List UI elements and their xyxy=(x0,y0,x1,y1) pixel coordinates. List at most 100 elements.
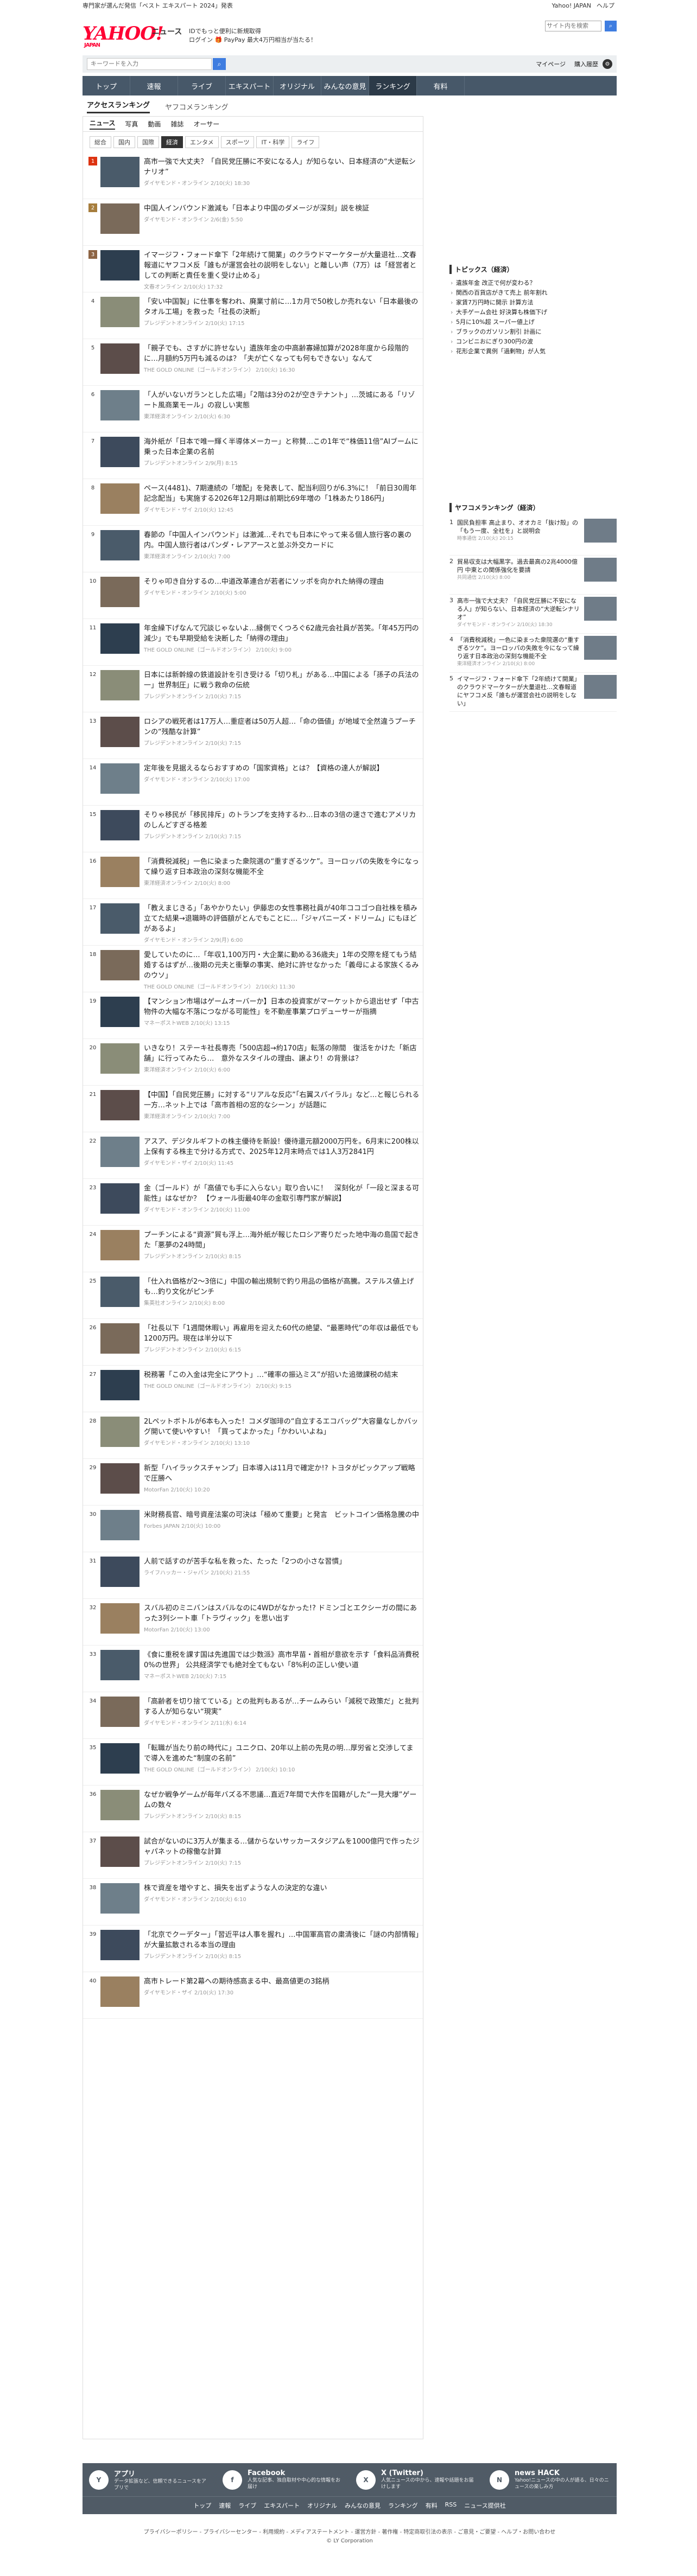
article-thumbnail[interactable] xyxy=(100,1323,140,1354)
article-title-link[interactable]: 米財務長官、暗号資産法案の可決は「極めて重要」と発言 ビットコイン価格急騰の中 xyxy=(144,1510,420,1520)
list-item[interactable]: 5 イマージフ・フォード傘下「2年続けて開業」のクラウドマーケターが大量退社…文春… xyxy=(449,673,617,712)
yahoo-logo[interactable]: YAHOO! JAPAN xyxy=(83,23,164,48)
article-title-link[interactable]: 人前で話すのが苦手な私を救った、たった「2つの小さな習慣」 xyxy=(144,1557,420,1567)
tab-photos[interactable]: 写真 xyxy=(125,119,138,129)
article-thumbnail[interactable] xyxy=(100,1650,140,1680)
article-title-link[interactable]: 中国人インバウンド激減も「日本より中国のダメージが深刻」説を検証 xyxy=(144,203,420,214)
nav-original[interactable]: オリジナル xyxy=(274,76,321,95)
article-thumbnail[interactable] xyxy=(100,810,140,840)
article-title-link[interactable]: イマージフ・フォード傘下「2年続けて開業」のクラウドマーケターが大量退社…文春報… xyxy=(144,250,420,281)
cat-sports[interactable]: スポーツ xyxy=(220,136,255,148)
tab-access-ranking[interactable]: アクセスランキング xyxy=(87,99,150,113)
footer-link[interactable]: ライブ xyxy=(238,2501,256,2510)
id-signup-text[interactable]: IDでもっと便利に新規取得 xyxy=(189,27,316,36)
table-row[interactable]: 29 新型「ハイラックスチャンプ」日本導入は11月で確定か!? トヨタがピックアッ… xyxy=(83,1459,423,1506)
article-title-link[interactable]: 「消費税減税」一色に染まった衆院選の“重すぎるツケ”。ヨーロッパの失敗を今になっ… xyxy=(144,857,420,877)
legal-links[interactable]: プライバシーポリシー - プライバシーセンター - 利用規約 - メディアステー… xyxy=(83,2528,617,2537)
table-row[interactable]: 19 【マンション市場はゲームオーバーか】日本の投資家がマーケットから退出せず「中… xyxy=(83,992,423,1039)
table-row[interactable]: 28 2Lペットボトルが6本も入った！コメダ珈琲の“自立するエコバッグ”大容量なし… xyxy=(83,1412,423,1459)
purchase-history-link[interactable]: 購入履歴 xyxy=(574,60,598,68)
nav-opinion[interactable]: みんなの意見 xyxy=(321,76,369,95)
article-title-link[interactable]: 株で資産を増やすと、損失を出ずような人の決定的な違い xyxy=(144,1883,420,1893)
article-title-link[interactable]: なぜか戦争ゲームが毎年バズる不思議…直近7年間で大作を国籍がした“一見大爆”ゲー… xyxy=(144,1790,420,1810)
table-row[interactable]: 38 株で資産を増やすと、損失を出ずような人の決定的な違い ダイヤモンド・オンライン… xyxy=(83,1879,423,1925)
article-thumbnail[interactable] xyxy=(100,203,140,234)
keyword-search-input[interactable] xyxy=(87,58,212,70)
article-title-link[interactable]: 高市トレード第2幕への期待感高まる中、最高値更の3銘柄 xyxy=(144,1976,420,1987)
table-row[interactable]: 31 人前で話すのが苦手な私を救った、たった「2つの小さな習慣」 ライフハッカー・ジ… xyxy=(83,1552,423,1599)
nav-breaking[interactable]: 速報 xyxy=(130,76,178,95)
nav-top[interactable]: トップ xyxy=(83,76,130,95)
table-row[interactable]: 35 「転職が当たり前の時代に」ユニクロ、20年以上前の先見の明…厚労省と交渉して… xyxy=(83,1739,423,1786)
article-thumbnail[interactable] xyxy=(584,558,617,582)
article-thumbnail[interactable] xyxy=(100,1883,140,1914)
article-thumbnail[interactable] xyxy=(100,1183,140,1214)
article-title-link[interactable]: 「消費税減税」一色に染まった衆院選の“重すぎるツケ”。ヨーロッパの失敗を今になっ… xyxy=(457,636,581,660)
article-title-link[interactable]: 日本には新幹線の鉄道設計を引き受ける「切り札」がある…中国による「孫子の兵法の一… xyxy=(144,670,420,691)
article-thumbnail[interactable] xyxy=(100,1043,140,1074)
footer-link[interactable]: みんなの意見 xyxy=(345,2501,381,2510)
table-row[interactable]: 24 プーチンによる“資源”貿も浮上…海外紙が報じたロシア寄りだった地中海の島国で… xyxy=(83,1226,423,1272)
article-thumbnail[interactable] xyxy=(100,717,140,747)
article-title-link[interactable]: 「仕入れ価格が2～3倍に」中国の輸出規制で釣り用品の価格が高騰。ステルス値上げも… xyxy=(144,1277,420,1297)
list-item[interactable]: 4 「消費税減税」一色に染まった衆院選の“重すぎるツケ”。ヨーロッパの失敗を今にな… xyxy=(449,634,617,673)
article-title-link[interactable]: 【中国】「自民党圧勝」に対する“リアルな反応”「右翼スパイラル」など…と報じられ… xyxy=(144,1090,420,1111)
help-link[interactable]: ヘルプ xyxy=(597,1,614,10)
table-row[interactable]: 9 春節の「中国人インバウンド」は激減…それでも日本にやって来る個人旅行客の裏の内… xyxy=(83,526,423,572)
table-row[interactable]: 27 税務署「この入金は完全にアウト」…“確率の振込ミス”が招いた追徴課税の結末 T… xyxy=(83,1366,423,1412)
article-title-link[interactable]: 新型「ハイラックスチャンプ」日本導入は11月で確定か!? トヨタがピックアップ戦… xyxy=(144,1463,420,1484)
footer-link[interactable]: トップ xyxy=(193,2501,211,2510)
article-thumbnail[interactable] xyxy=(100,250,140,280)
cat-economy[interactable]: 経済 xyxy=(161,136,183,148)
yahoo-japan-link[interactable]: Yahoo! JAPAN xyxy=(552,2,591,9)
mypage-link[interactable]: マイページ xyxy=(536,60,566,68)
article-thumbnail[interactable] xyxy=(584,675,617,699)
settings-gear-icon[interactable]: ⚙ xyxy=(603,59,612,69)
table-row[interactable]: 11 年金繰下げなんて冗談じゃないよ…縁側でくつろぐ62歳元会社員が苦笑。「年45… xyxy=(83,619,423,666)
table-row[interactable]: 4 「安い中国製」に仕事を奪われ、廃業寸前に…1カ月で50枚しか売れない「日本最後… xyxy=(83,292,423,339)
search-button-icon[interactable]: ⌕ xyxy=(213,58,226,70)
table-row[interactable]: 39 「北京でクーデター」「習近平は人事を握れ」…中国軍高官の粛清後に「謎の内部情… xyxy=(83,1925,423,1972)
table-row[interactable]: 3 イマージフ・フォード傘下「2年続けて開業」のクラウドマーケターが大量退社…文春… xyxy=(83,246,423,292)
article-thumbnail[interactable] xyxy=(100,1837,140,1867)
article-thumbnail[interactable] xyxy=(100,577,140,607)
table-row[interactable]: 1 高市一強で大丈夫？「自民党圧勝に不安になる人」が知らない、日本経済の“大逆転シ… xyxy=(83,152,423,199)
article-thumbnail[interactable] xyxy=(100,483,140,514)
tab-magazines[interactable]: 雑誌 xyxy=(170,119,183,129)
article-title-link[interactable]: 「親子でも、さすがに許せない」遺族年金の中高齢寡婦加算が2028年度から段階的に… xyxy=(144,343,420,364)
footer-link[interactable]: 有料 xyxy=(426,2501,438,2510)
article-title-link[interactable]: 《食に重税を課す国は先進国では少数派》高市早苗・首相が意欲を示す「食料品消費税0… xyxy=(144,1650,420,1670)
article-title-link[interactable]: 「高齢者を切り捨てている」との批判もあるが…チームみらい「減税で政策だ」と批判す… xyxy=(144,1697,420,1717)
list-item[interactable]: 3 高市一強で大丈夫？「自民党圧勝に不安になる人」が知らない、日本経済の“大逆転シ… xyxy=(449,595,617,634)
article-thumbnail[interactable] xyxy=(100,1230,140,1260)
nav-ranking[interactable]: ランキング xyxy=(369,76,417,95)
table-row[interactable]: 32 スバル初のミニバンはスバルなのに4WDがなかった!? ドミンゴとエクシーガの… xyxy=(83,1599,423,1646)
article-thumbnail[interactable] xyxy=(100,1417,140,1447)
news-logo-text[interactable]: ニュース xyxy=(152,26,182,37)
article-thumbnail[interactable] xyxy=(100,1557,140,1587)
table-row[interactable]: 37 試合がないのに3万人が集まる…儲からないサッカースタジアムを1000億円で作… xyxy=(83,1832,423,1879)
article-title-link[interactable]: 税務署「この入金は完全にアウト」…“確率の振込ミス”が招いた追徴課税の結末 xyxy=(144,1370,420,1380)
article-thumbnail[interactable] xyxy=(100,763,140,794)
table-row[interactable]: 17 「教えまじきる」「あやかりたい」伊藤忠の女性事務社員が40年ココゴつ自社株を… xyxy=(83,899,423,946)
login-promo-text[interactable]: ログイン 🎁 PayPay 最大4万円相当が当たる！ xyxy=(189,36,316,44)
article-title-link[interactable]: スバル初のミニバンはスバルなのに4WDがなかった!? ドミンゴとエクシーガの間に… xyxy=(144,1603,420,1624)
article-title-link[interactable]: 「安い中国製」に仕事を奪われ、廃業寸前に…1カ月で50枚しか売れない「日本最後の… xyxy=(144,297,420,317)
article-title-link[interactable]: 年金繰下げなんて冗談じゃないよ…縁側でくつろぐ62歳元会社員が苦笑。「年45万円… xyxy=(144,623,420,644)
article-thumbnail[interactable] xyxy=(100,1463,140,1494)
article-thumbnail[interactable] xyxy=(100,1510,140,1540)
promo-link[interactable]: 専門家が選んだ発信「ベスト エキスパート 2024」発表 xyxy=(83,1,233,10)
article-thumbnail[interactable] xyxy=(100,623,140,654)
table-row[interactable]: 7 海外紙が「日本で唯一輝く半導体メーカー」と称賛…この1年で“株価11倍”AIブ… xyxy=(83,432,423,479)
footer-link[interactable]: RSS xyxy=(445,2501,457,2510)
list-item[interactable]: 1 国民負担率 高止まり、オオカミ「抜け殻」の「もう一度、全社を」と説明会 時事通信… xyxy=(449,517,617,556)
article-title-link[interactable]: 「教えまじきる」「あやかりたい」伊藤忠の女性事務社員が40年ココゴつ自社株を積み… xyxy=(144,903,420,934)
article-thumbnail[interactable] xyxy=(584,519,617,543)
topic-link[interactable]: 大手ゲーム会社 好決算も株価下げ xyxy=(449,308,617,317)
table-row[interactable]: 15 そりゃ移民が「移民排斥」のトランプを支持するわ…日本の3倍の速さで進むアメリ… xyxy=(83,806,423,852)
table-row[interactable]: 18 愛していたのに…「年収1,100万円・大企業に勤める36歳夫」1年の交際を経… xyxy=(83,946,423,992)
table-row[interactable]: 22 アスア、デジタルギフトの株主優待を新設！優待還元額2000万円を。6月末に2… xyxy=(83,1132,423,1179)
topic-link[interactable]: 花形企業で異例「過剰物」が人気 xyxy=(449,347,617,356)
table-row[interactable]: 23 金（ゴールド）が「高値でも手に入らない」取り合いに！ 深刻化が「一段と深まる… xyxy=(83,1179,423,1226)
article-title-link[interactable]: 2Lペットボトルが6本も入った！コメダ珈琲の“自立するエコバッグ”大容量なしかバ… xyxy=(144,1417,420,1437)
